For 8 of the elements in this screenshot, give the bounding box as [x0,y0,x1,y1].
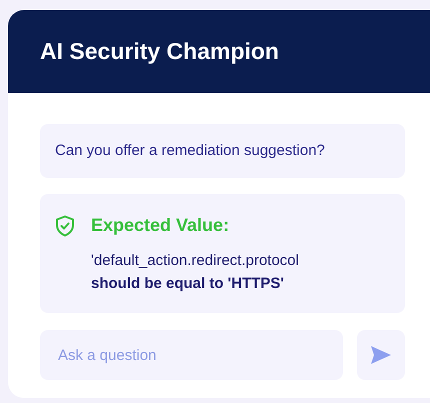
question-input[interactable]: Ask a question [40,330,343,380]
send-button[interactable] [357,330,405,380]
send-icon [370,345,392,365]
panel-title: AI Security Champion [40,37,279,66]
shield-check-icon [55,214,75,236]
answer-heading: Expected Value: [91,214,230,237]
question-text: Can you offer a remediation suggestion? [55,140,325,161]
answer-text: 'default_action.redirect.protocol should be equal to 'HTTPS' [91,251,300,294]
